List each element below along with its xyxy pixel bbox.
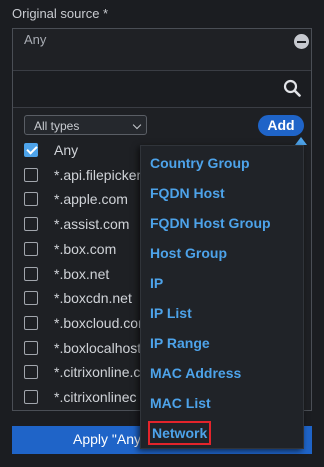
checkbox[interactable] — [24, 340, 38, 355]
source-value: Any — [24, 32, 47, 47]
remove-icon[interactable] — [294, 34, 309, 49]
checkbox[interactable] — [24, 241, 38, 256]
chevron-down-icon — [132, 120, 142, 130]
checkbox[interactable] — [24, 365, 38, 380]
checkbox[interactable] — [24, 390, 38, 404]
list-item-label: *.apple.com — [54, 191, 128, 208]
checkbox-checked[interactable] — [24, 143, 38, 157]
menu-item-ip-range[interactable]: IP Range — [148, 331, 212, 355]
search-icon[interactable] — [283, 79, 301, 97]
checkbox[interactable] — [24, 167, 38, 182]
list-item-label: *.boxlocalhost — [54, 339, 142, 356]
add-type-menu: Country Group FQDN Host FQDN Host Group Hos… — [140, 145, 304, 449]
menu-item-fqdn-host-group[interactable]: FQDN Host Group — [148, 211, 273, 235]
checkbox[interactable] — [24, 217, 38, 232]
menu-item-host-group[interactable]: Host Group — [148, 241, 229, 265]
dropdown-caret — [295, 137, 307, 145]
list-item-label: *.boxcdn.net — [54, 290, 132, 307]
menu-item-country-group[interactable]: Country Group — [148, 151, 252, 175]
menu-item-mac-address[interactable]: MAC Address — [148, 361, 243, 385]
source-box[interactable]: Any — [12, 28, 312, 71]
list-item-label: *.citrixonline.c — [54, 364, 141, 381]
type-filter-select[interactable]: All types — [24, 115, 147, 135]
menu-item-fqdn-host[interactable]: FQDN Host — [148, 181, 227, 205]
checkbox[interactable] — [24, 192, 38, 207]
add-button[interactable]: Add — [258, 115, 304, 136]
menu-item-ip[interactable]: IP — [148, 271, 165, 295]
checkbox[interactable] — [24, 266, 38, 281]
checkbox[interactable] — [24, 291, 38, 306]
type-filter-value: All types — [34, 119, 80, 133]
checkbox[interactable] — [24, 315, 38, 330]
list-item-label: *.citrixonlinec — [54, 389, 137, 405]
list-item-label: *.box.com — [54, 240, 117, 257]
field-label: Original source * — [12, 6, 109, 21]
search-bar[interactable] — [13, 70, 311, 108]
menu-item-mac-list[interactable]: MAC List — [148, 391, 213, 415]
menu-item-network[interactable]: Network — [148, 421, 212, 445]
list-item-label: *.boxcloud.com — [54, 314, 150, 331]
list-item-label: *.api.filepicker — [54, 166, 142, 183]
list-item-label: *.box.net — [54, 265, 110, 282]
list-item-label: *.assist.com — [54, 216, 130, 233]
apply-label: Apply "Any — [73, 431, 142, 447]
menu-item-ip-list[interactable]: IP List — [148, 301, 194, 325]
list-item-label: Any — [54, 142, 79, 158]
